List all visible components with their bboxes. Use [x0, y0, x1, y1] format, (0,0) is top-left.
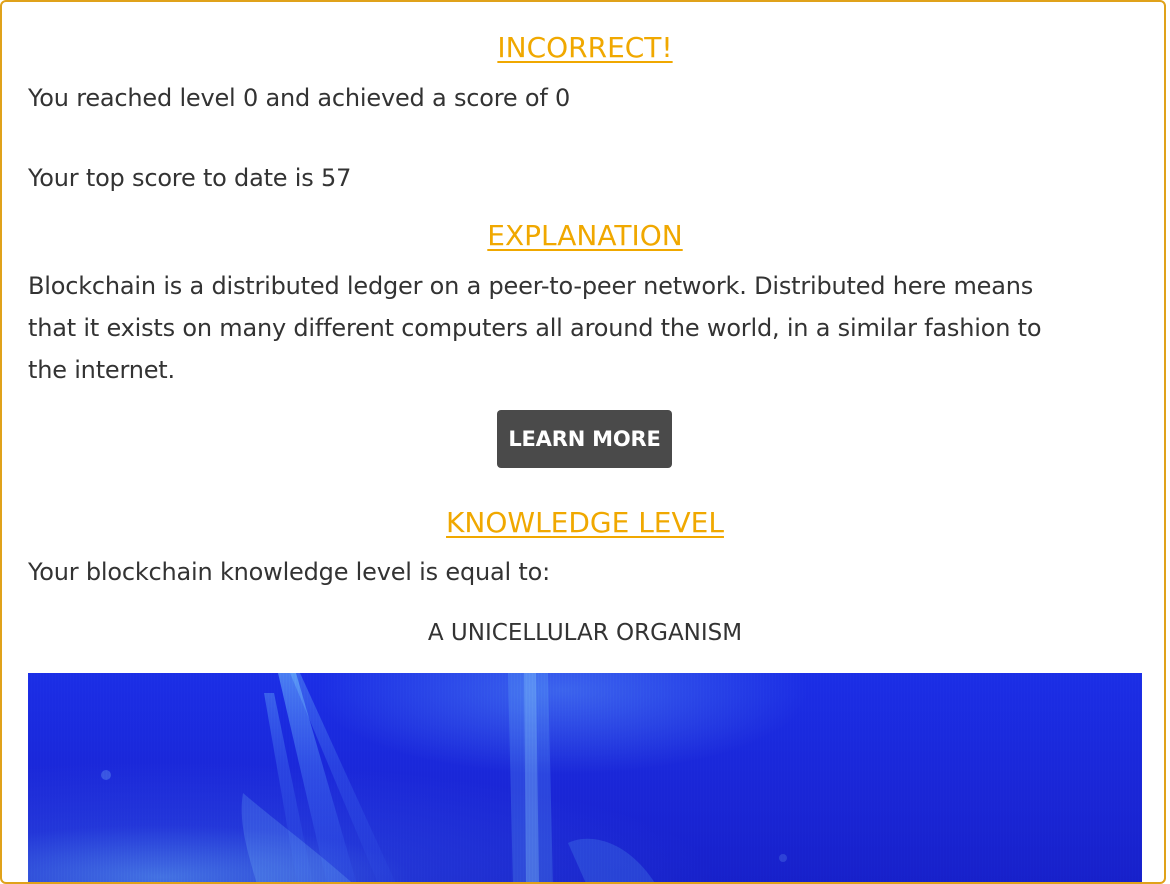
knowledge-level-name: A UNICELLULAR ORGANISM: [427, 620, 743, 646]
results-panel: INCORRECT! You reached level 0 and achie…: [0, 0, 1166, 884]
explanation-line-1: Blockchain is a distributed ledger on a …: [28, 272, 1034, 300]
scanline-texture: [28, 673, 1142, 882]
score-summary: You reached level 0 and achieved a score…: [28, 84, 571, 112]
top-score: Your top score to date is 57: [28, 164, 352, 192]
knowledge-intro: Your blockchain knowledge level is equal…: [28, 558, 550, 586]
result-title: INCORRECT!: [497, 31, 673, 64]
explanation-title: EXPLANATION: [487, 219, 683, 252]
knowledge-level-title: KNOWLEDGE LEVEL: [446, 506, 724, 539]
knowledge-level-image: [28, 673, 1142, 882]
explanation-line-3: the internet.: [28, 356, 175, 384]
explanation-line-2: that it exists on many different compute…: [28, 314, 1042, 342]
learn-more-button[interactable]: LEARN MORE: [497, 410, 672, 468]
